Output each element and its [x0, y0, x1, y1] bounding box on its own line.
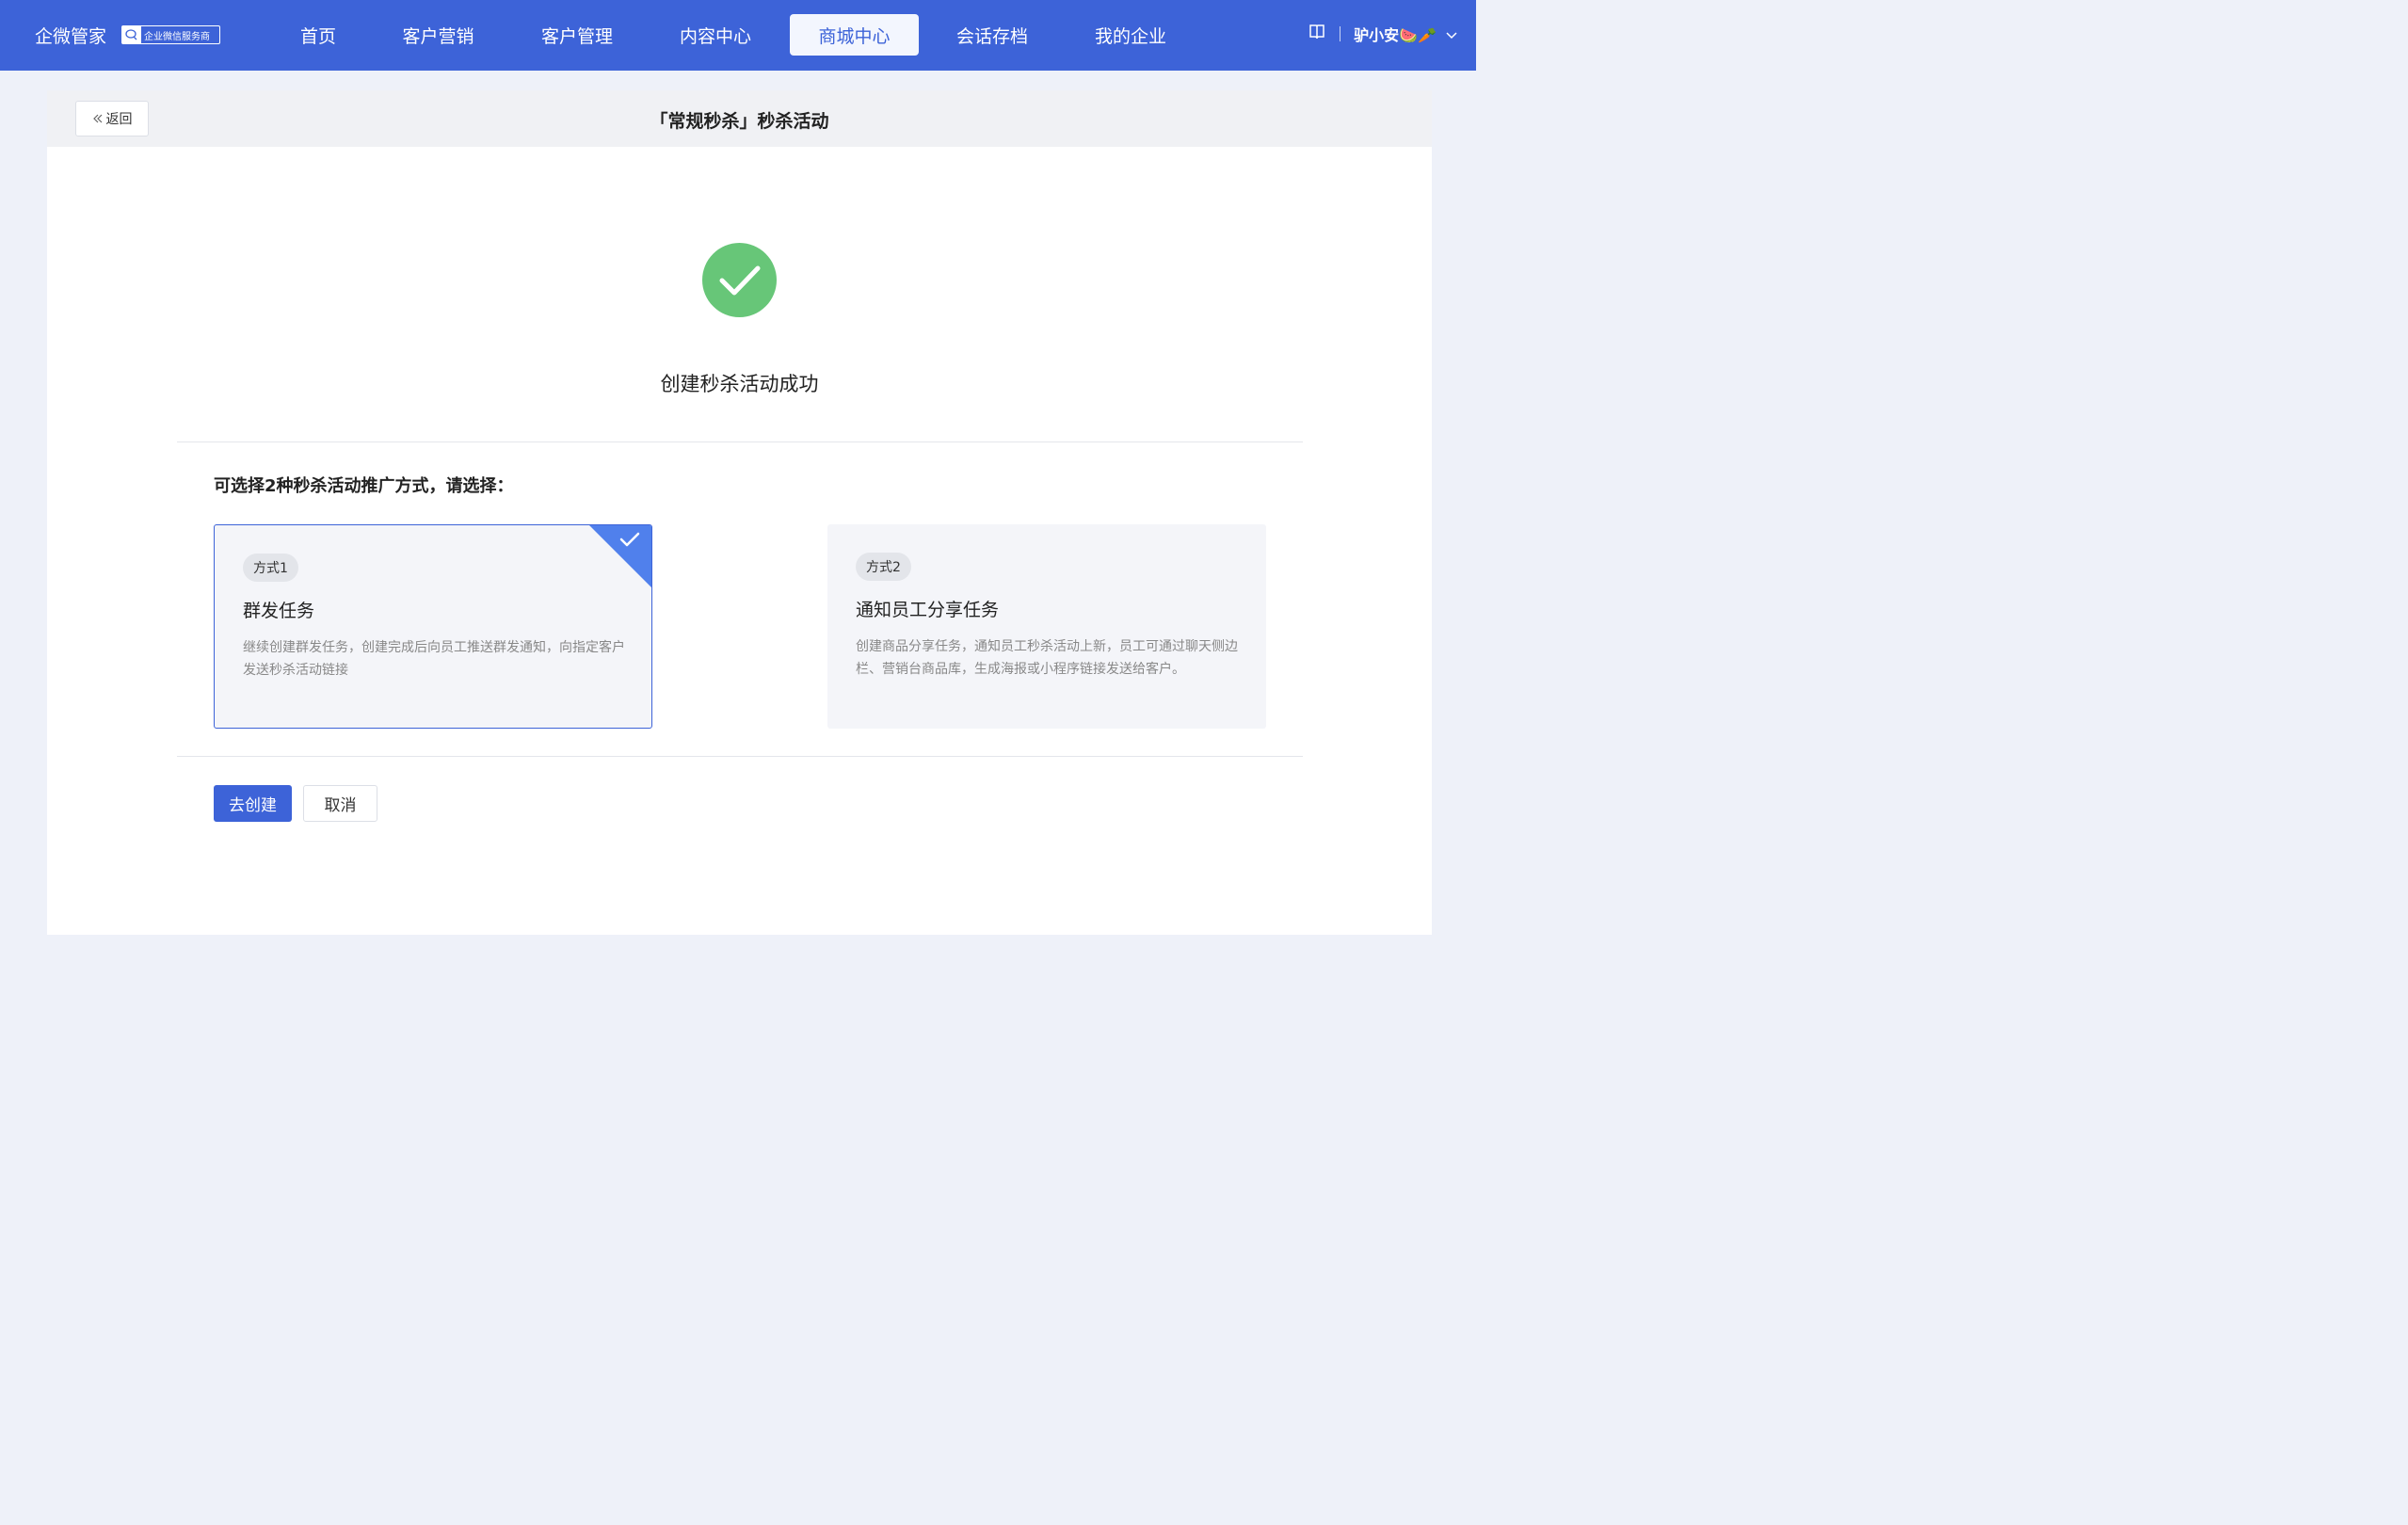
choose-prompt: 可选择2种秒杀活动推广方式，请选择：: [214, 476, 514, 496]
option-description: 继续创建群发任务，创建完成后向员工推送群发通知，向指定客户发送秒杀活动链接: [243, 640, 625, 678]
nav-item-my-enterprise[interactable]: 我的企业: [1066, 14, 1196, 56]
main-nav: 首页 客户营销 客户管理 内容中心 商城中心 会话存档 我的企业: [273, 14, 1196, 56]
chevron-down-icon[interactable]: [1446, 25, 1457, 43]
option-mass-send-task[interactable]: 方式1 群发任务 继续创建群发任务，创建完成后向员工推送群发通知，向指定客户发送…: [214, 524, 652, 729]
brand-tag: 企业微信服务商: [121, 25, 220, 44]
nav-item-customer-marketing[interactable]: 客户营销: [363, 14, 513, 56]
success-message: 创建秒杀活动成功: [660, 373, 819, 395]
main-card: 返回 「常规秒杀」秒杀活动 创建秒杀活动成功 可选择2种秒杀活动推广方式，请选择…: [47, 90, 1432, 935]
brand-tag-label: 企业微信服务商: [144, 31, 210, 42]
divider: [177, 756, 1303, 757]
nav-item-content-center[interactable]: 内容中心: [641, 14, 790, 56]
brand-name[interactable]: 企微管家: [35, 23, 106, 48]
user-name[interactable]: 驴小安🍉🥕: [1354, 23, 1437, 45]
user-area: 驴小安🍉🥕: [1308, 23, 1457, 45]
option-description: 创建商品分享任务，通知员工秒杀活动上新，员工可通过聊天侧边栏、营销台商品库，生成…: [856, 639, 1238, 677]
option-title: 群发任务: [243, 601, 315, 621]
chat-bubble-icon: [122, 26, 141, 43]
nav-item-session-archive[interactable]: 会话存档: [919, 14, 1066, 56]
cancel-button[interactable]: 取消: [303, 785, 377, 822]
success-check-icon: [702, 243, 777, 317]
nav-item-customer-management[interactable]: 客户管理: [513, 14, 641, 56]
option-badge: 方式2: [856, 553, 911, 581]
create-button[interactable]: 去创建: [214, 785, 292, 822]
top-nav-bar: 企微管家 企业微信服务商 首页 客户营销 客户管理 内容中心 商城中心 会话存档…: [0, 0, 1476, 71]
card-header: 返回 「常规秒杀」秒杀活动: [47, 90, 1432, 147]
option-employee-share-task[interactable]: 方式2 通知员工分享任务 创建商品分享任务，通知员工秒杀活动上新，员工可通过聊天…: [827, 524, 1266, 729]
page-title: 「常规秒杀」秒杀活动: [650, 111, 829, 132]
selected-check-icon: [589, 525, 651, 587]
nav-item-mall-center[interactable]: 商城中心: [790, 14, 919, 56]
nav-item-home[interactable]: 首页: [273, 14, 363, 56]
divider: [177, 441, 1303, 442]
book-icon[interactable]: [1308, 23, 1326, 45]
option-title: 通知员工分享任务: [856, 600, 1000, 620]
option-badge: 方式1: [243, 554, 298, 582]
